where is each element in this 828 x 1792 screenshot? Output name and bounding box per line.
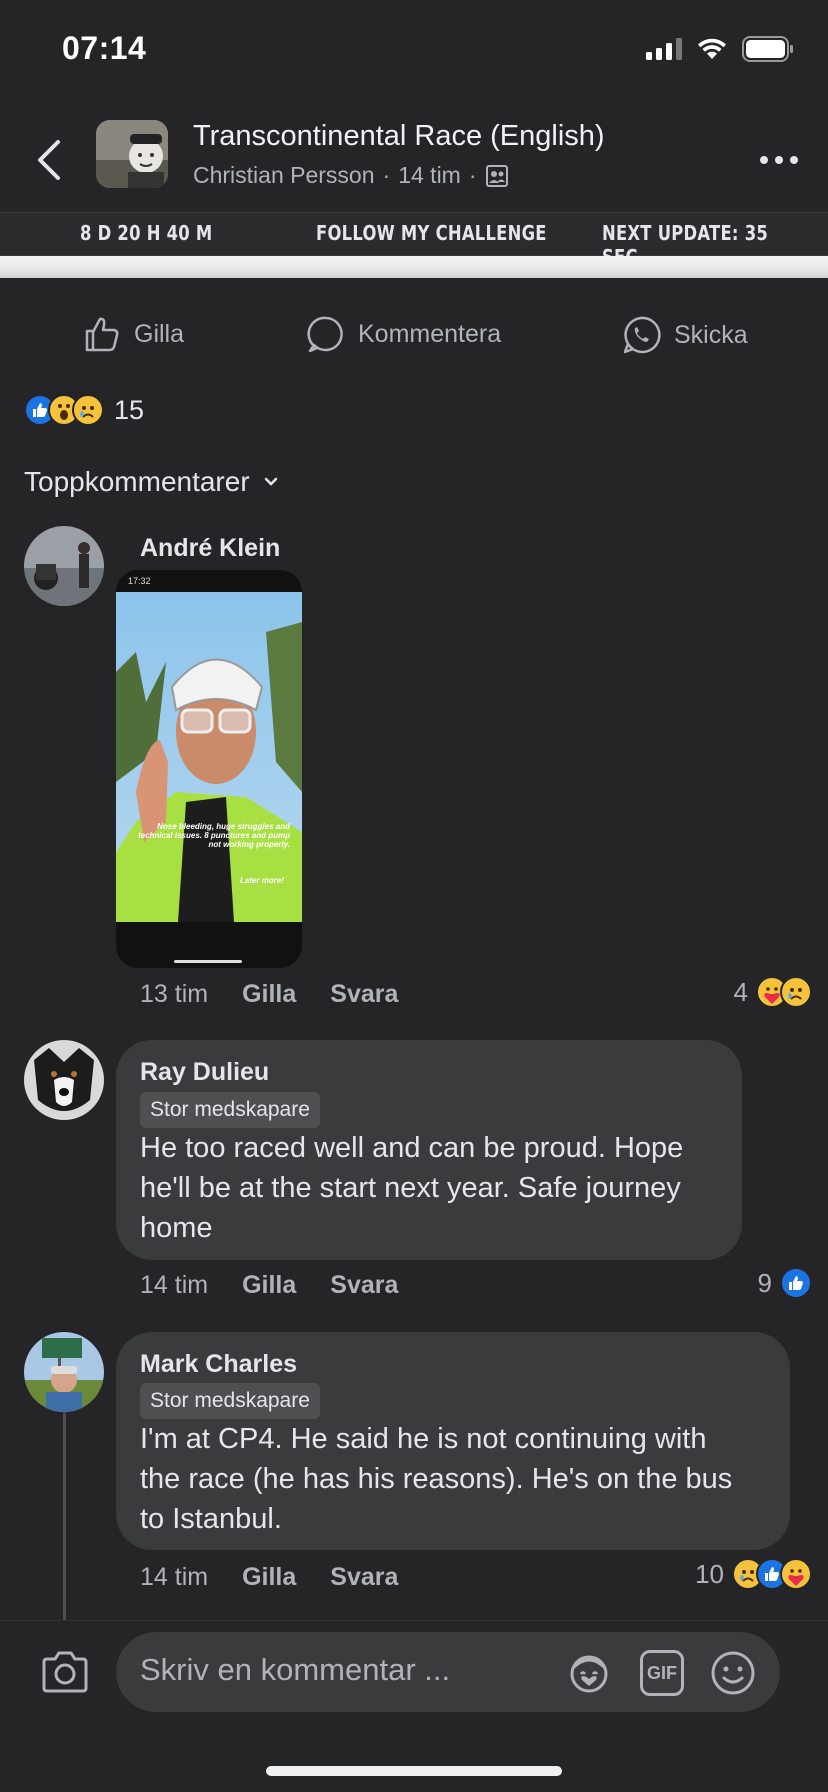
members-privacy-icon	[485, 164, 508, 187]
screenshot-caption-2: Later more!	[239, 876, 284, 885]
post-author[interactable]: Christian Persson	[193, 162, 375, 189]
comment-sort-dropdown[interactable]: Toppkommentarer	[24, 466, 278, 498]
care-reaction-icon	[780, 1558, 812, 1590]
screenshot-status-time: 17:32	[128, 576, 151, 586]
like-button[interactable]: Gilla	[82, 314, 184, 354]
comment-text: I'm at CP4. He said he is not continuing…	[140, 1419, 732, 1539]
avatar-mark-charles[interactable]	[24, 1332, 104, 1412]
battery-icon	[742, 36, 793, 62]
like-reaction-icon	[780, 1267, 812, 1299]
comment-bubble-icon	[307, 316, 343, 353]
comment-text-line: to Istanbul.	[140, 1503, 282, 1535]
sad-reaction-icon	[72, 394, 104, 426]
avatar-image	[24, 1040, 104, 1120]
top-contributor-badge: Stor medskapare	[140, 1383, 320, 1419]
meta-separator: ·	[382, 162, 391, 188]
avatar-andre-klein[interactable]	[24, 526, 104, 606]
status-time: 07:14	[62, 30, 147, 66]
comment-meta: 14 tim Gilla Svara	[140, 1271, 398, 1300]
comment-time[interactable]: 14 tim	[140, 1271, 208, 1300]
screenshot-home-indicator	[174, 960, 242, 963]
comment-text-line: He too raced well and can be proud. Hope	[140, 1132, 684, 1164]
whatsapp-icon	[623, 316, 661, 354]
status-icons	[646, 36, 794, 62]
comment-meta: 14 tim Gilla Svara	[140, 1563, 398, 1592]
comment-reply-button[interactable]: Svara	[330, 1271, 398, 1300]
meta-separator-2: ·	[468, 162, 477, 188]
thumbs-up-icon	[85, 317, 119, 352]
comment-label: Kommentera	[358, 319, 502, 348]
send-whatsapp-button[interactable]: Skicka	[620, 314, 748, 356]
commenter-name[interactable]: Mark Charles	[140, 1350, 297, 1379]
like-label: Gilla	[134, 319, 185, 348]
group-avatar-image	[96, 120, 168, 188]
gif-button[interactable]: GIF	[640, 1650, 684, 1696]
comment-text-line: I'm at CP4. He said he is not continuing…	[140, 1423, 707, 1455]
comment-time[interactable]: 14 tim	[140, 1563, 208, 1592]
comment-reply-button[interactable]: Svara	[330, 1563, 398, 1592]
comment-image-screenshot[interactable]: 17:32 Nose bleeding, huge struggles and …	[116, 570, 302, 968]
comment-like-button[interactable]: Gilla	[242, 980, 296, 1009]
comment-time[interactable]: 13 tim	[140, 980, 208, 1009]
camera-icon[interactable]	[40, 1650, 90, 1694]
comment-like-button[interactable]: Gilla	[242, 1271, 296, 1300]
send-label: Skicka	[674, 320, 748, 349]
comment-reactions[interactable]: 4	[734, 976, 812, 1008]
post-image-bottom	[0, 256, 828, 278]
gif-label: GIF	[647, 1662, 677, 1683]
group-title[interactable]: Transcontinental Race (English)	[193, 120, 605, 153]
commenter-name[interactable]: Ray Dulieu	[140, 1058, 269, 1087]
comment-input-placeholder: Skriv en kommentar ...	[140, 1652, 451, 1687]
avatar-ray-dulieu[interactable]	[24, 1040, 104, 1120]
follow-challenge-label: FOLLOW MY CHALLENGE	[316, 221, 547, 245]
avatar-image	[24, 1332, 104, 1412]
signal-icon	[646, 38, 682, 60]
group-avatar[interactable]	[96, 120, 168, 188]
wifi-icon	[698, 38, 726, 59]
home-indicator	[266, 1766, 562, 1776]
reactions-count: 15	[114, 394, 145, 425]
selfie-photo	[116, 592, 302, 922]
comment-sort-label: Toppkommentarer	[24, 466, 250, 497]
reactions-summary[interactable]: 15	[24, 394, 144, 426]
comment-reply-button[interactable]: Svara	[330, 980, 398, 1009]
more-options-icon[interactable]	[760, 156, 798, 164]
comment-reaction-count: 10	[695, 1558, 724, 1589]
comment-text-line: he'll be at the start next year. Safe jo…	[140, 1172, 681, 1204]
post-time[interactable]: 14 tim	[398, 162, 461, 189]
avatar-sticker-icon[interactable]	[566, 1650, 612, 1696]
sad-reaction-icon	[780, 976, 812, 1008]
avatar-image	[24, 526, 104, 606]
tracker-banner[interactable]: 8 D 20 H 40 M FOLLOW MY CHALLENGE NEXT U…	[0, 212, 828, 269]
commenter-name[interactable]: André Klein	[140, 534, 280, 563]
back-arrow-icon[interactable]	[30, 136, 70, 184]
chevron-down-icon	[264, 477, 277, 486]
top-contributor-badge: Stor medskapare	[140, 1092, 320, 1128]
post-meta: Christian Persson · 14 tim ·	[193, 162, 509, 189]
comment-text-line: the race (he has his reasons). He's on t…	[140, 1463, 733, 1495]
thread-line	[63, 1412, 66, 1622]
comment-button[interactable]: Kommentera	[306, 314, 501, 354]
comment-like-button[interactable]: Gilla	[242, 1563, 296, 1592]
comment-text: He too raced well and can be proud. Hope…	[140, 1128, 683, 1248]
screenshot-caption: Nose bleeding, huge struggles and techni…	[137, 822, 290, 849]
emoji-icon[interactable]	[710, 1650, 756, 1696]
comment-text-line: home	[140, 1212, 213, 1244]
comment-meta: 13 tim Gilla Svara	[140, 980, 398, 1009]
comment-reactions[interactable]: 10	[695, 1558, 812, 1590]
comment-reactions[interactable]: 9	[758, 1267, 812, 1299]
elapsed-time: 8 D 20 H 40 M	[80, 221, 213, 245]
comment-reaction-count: 4	[733, 976, 748, 1007]
comment-reaction-count: 9	[757, 1267, 772, 1298]
